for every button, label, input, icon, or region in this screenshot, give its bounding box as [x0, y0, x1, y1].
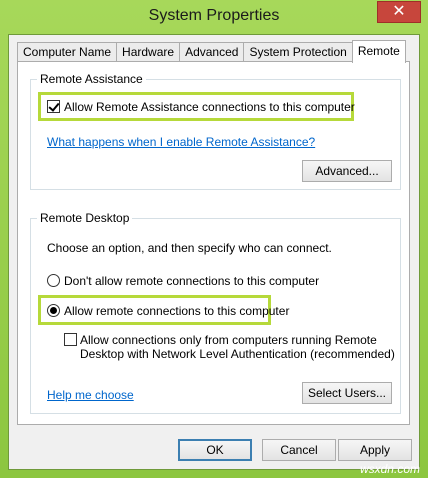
tab-system-protection[interactable]: System Protection [243, 42, 353, 62]
ok-button[interactable]: OK [178, 439, 252, 461]
title-bar[interactable]: System Properties ✕ [0, 0, 428, 34]
tab-advanced[interactable]: Advanced [179, 42, 245, 62]
close-icon: ✕ [392, 3, 406, 20]
allow-remote-radio[interactable] [47, 304, 60, 317]
close-button[interactable]: ✕ [377, 1, 421, 23]
allow-remote-label[interactable]: Allow remote connections to this compute… [64, 304, 289, 318]
cancel-button[interactable]: Cancel [262, 439, 336, 461]
allow-remote-assistance-checkbox[interactable] [47, 100, 60, 113]
tab-computer-name[interactable]: Computer Name [17, 42, 118, 62]
remote-desktop-intro-text: Choose an option, and then specify who c… [47, 241, 332, 255]
remote-assistance-group-label: Remote Assistance [37, 72, 146, 86]
allow-remote-assistance-label[interactable]: Allow Remote Assistance connections to t… [64, 100, 355, 114]
dialog-client-area: Computer Name Hardware Advanced System P… [8, 34, 420, 470]
watermark-text: wsxdn.com [359, 462, 420, 476]
tab-strip: Computer Name Hardware Advanced System P… [17, 40, 406, 63]
remote-assistance-help-link[interactable]: What happens when I enable Remote Assist… [47, 135, 315, 149]
tab-hardware[interactable]: Hardware [116, 42, 181, 62]
apply-button[interactable]: Apply [338, 439, 412, 461]
nla-only-label-line2[interactable]: Desktop with Network Level Authenticatio… [80, 347, 395, 361]
help-me-choose-link[interactable]: Help me choose [47, 388, 134, 402]
dont-allow-remote-radio[interactable] [47, 274, 60, 287]
system-properties-window: System Properties ✕ Computer Name Hardwa… [0, 0, 428, 478]
nla-only-checkbox[interactable] [64, 333, 77, 346]
window-title: System Properties [148, 7, 280, 24]
remote-tab-panel: Remote Assistance Allow Remote Assistanc… [17, 61, 410, 425]
remote-desktop-group-label: Remote Desktop [37, 211, 133, 225]
tab-remote[interactable]: Remote [351, 40, 406, 63]
dont-allow-remote-label[interactable]: Don't allow remote connections to this c… [64, 274, 319, 288]
select-users-button[interactable]: Select Users... [302, 382, 392, 404]
nla-only-label-line1[interactable]: Allow connections only from computers ru… [80, 333, 377, 347]
advanced-button[interactable]: Advanced... [302, 160, 392, 182]
